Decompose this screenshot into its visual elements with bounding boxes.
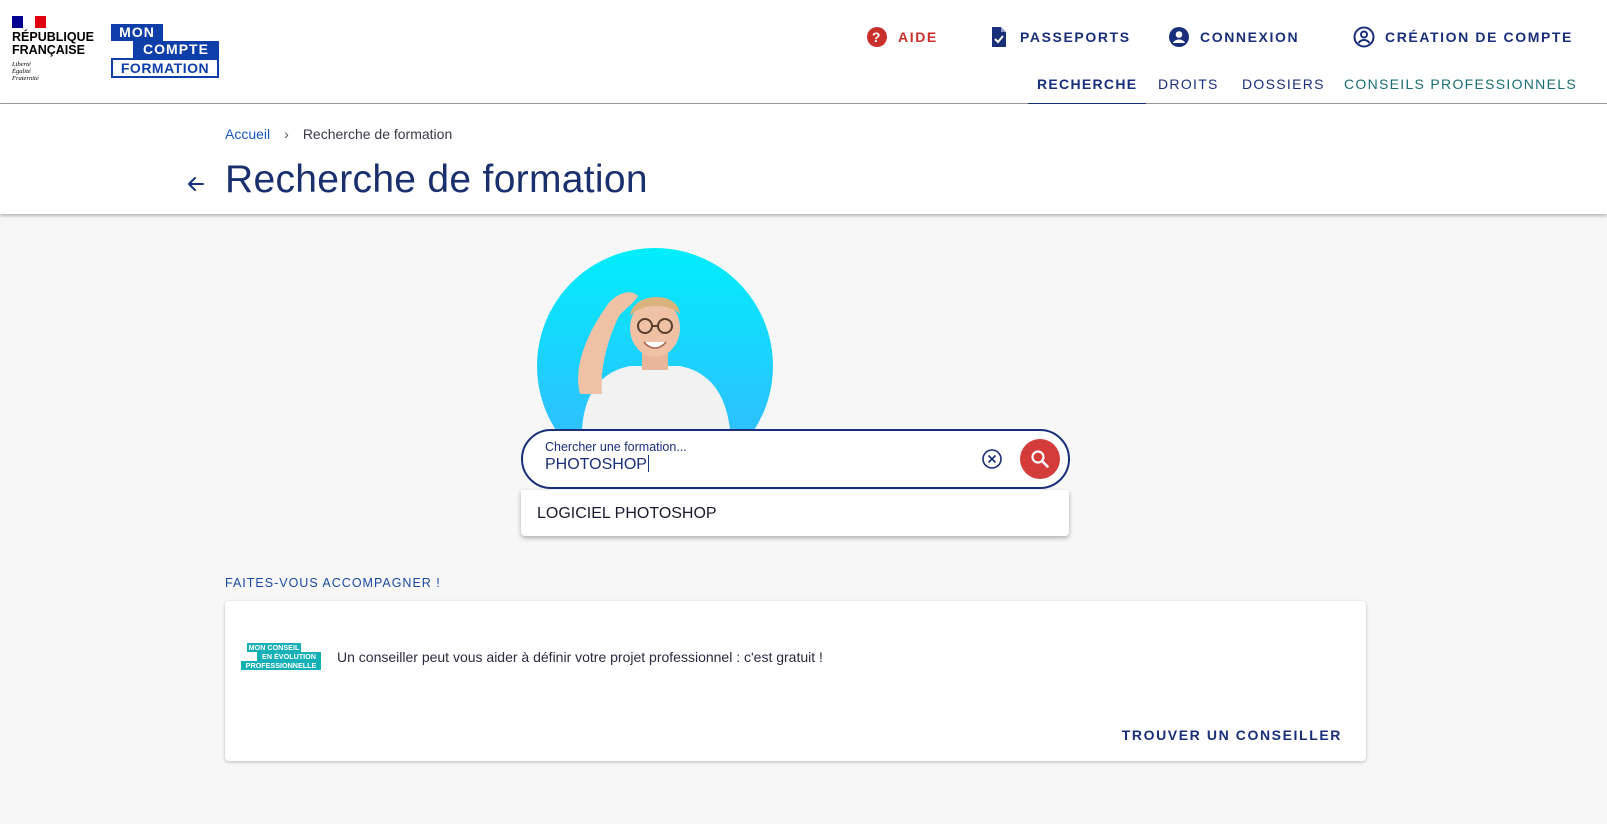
- nav-connexion[interactable]: CONNEXION: [1168, 24, 1299, 50]
- tab-conseils-professionnels[interactable]: CONSEILS PROFESSIONNELS: [1344, 76, 1577, 106]
- republique-francaise-logo[interactable]: RÉPUBLIQUE FRANÇAISE Liberté Égalité Fra…: [12, 16, 102, 82]
- nav-aide-label: AIDE: [898, 29, 938, 45]
- french-flag-icon: [12, 16, 46, 28]
- hero-illustration: [520, 244, 790, 430]
- site-header: RÉPUBLIQUE FRANÇAISE Liberté Égalité Fra…: [0, 0, 1607, 106]
- suggestion-item[interactable]: LOGICIEL PHOTOSHOP: [537, 505, 717, 523]
- search-input[interactable]: PHOTOSHOP: [545, 455, 649, 474]
- breadcrumb: Accueil › Recherche de formation: [225, 126, 452, 142]
- rf-name-line2: FRANÇAISE: [12, 43, 85, 57]
- clear-icon[interactable]: [981, 448, 1003, 470]
- card-description: Un conseiller peut vous aider à définir …: [337, 649, 823, 665]
- mon-compte-formation-logo[interactable]: MON COMPTE FORMATION: [111, 24, 219, 78]
- motto-liberte: Liberté: [12, 61, 31, 68]
- logo-line2: COMPTE: [133, 41, 219, 58]
- account-outline-icon: [1353, 26, 1375, 48]
- search-box[interactable]: Chercher une formation... PHOTOSHOP: [521, 429, 1070, 489]
- tab-droits[interactable]: DROITS: [1158, 76, 1219, 106]
- page-title: Recherche de formation: [225, 158, 648, 201]
- nav-passeports-label: PASSEPORTS: [1020, 29, 1131, 45]
- logo-line1: MON: [111, 24, 163, 41]
- motto-egalite: Égalité: [12, 68, 31, 75]
- search-button[interactable]: [1020, 439, 1060, 479]
- help-icon: ?: [866, 26, 888, 48]
- tab-dossiers[interactable]: DOSSIERS: [1242, 76, 1325, 106]
- nav-connexion-label: CONNEXION: [1200, 29, 1300, 45]
- breadcrumb-home[interactable]: Accueil: [225, 126, 270, 142]
- conseiller-card: MON CONSEIL EN ÉVOLUTION PROFESSIONNELLE…: [225, 601, 1366, 761]
- cep-line3: PROFESSIONNELLE: [241, 661, 321, 670]
- search-label: Chercher une formation...: [545, 440, 687, 454]
- search-icon: [1031, 450, 1049, 468]
- search-input-value: PHOTOSHOP: [545, 456, 647, 473]
- svg-text:?: ?: [872, 29, 882, 45]
- tab-recherche[interactable]: RECHERCHE: [1028, 76, 1147, 106]
- chevron-right-icon: ›: [284, 126, 289, 142]
- find-advisor-link[interactable]: TROUVER UN CONSEILLER: [1122, 727, 1342, 743]
- nav-creation-label: CRÉATION DE COMPTE: [1385, 29, 1573, 45]
- section-title: FAITES-VOUS ACCOMPAGNER !: [225, 576, 441, 590]
- motto-fraternite: Fraternité: [12, 75, 39, 82]
- page-header-band: Accueil › Recherche de formation Recherc…: [0, 104, 1607, 214]
- text-caret: [647, 455, 649, 472]
- nav-passeports[interactable]: PASSEPORTS: [988, 24, 1131, 50]
- search-suggestions: LOGICIEL PHOTOSHOP: [521, 490, 1069, 536]
- breadcrumb-current: Recherche de formation: [302, 126, 453, 142]
- back-arrow-icon[interactable]: [184, 172, 208, 196]
- document-check-icon: [988, 26, 1010, 48]
- nav-creation-compte[interactable]: CRÉATION DE COMPTE: [1353, 24, 1573, 50]
- cep-logo: MON CONSEIL EN ÉVOLUTION PROFESSIONNELLE: [241, 643, 321, 671]
- cep-line1: MON CONSEIL: [247, 643, 301, 652]
- nav-aide[interactable]: ? AIDE: [866, 24, 938, 50]
- account-circle-icon: [1168, 26, 1190, 48]
- logo-line3: FORMATION: [111, 58, 219, 78]
- cep-line2: EN ÉVOLUTION: [257, 652, 321, 661]
